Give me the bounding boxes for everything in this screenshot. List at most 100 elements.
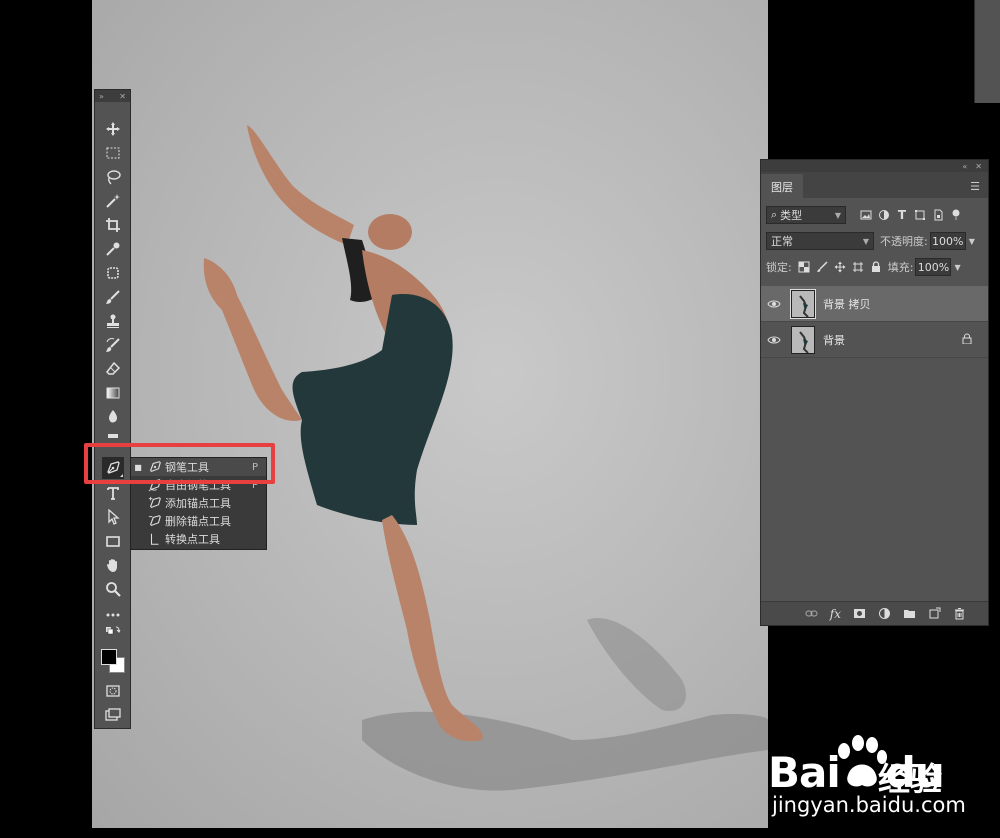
layers-list: 背景 拷贝 背景 bbox=[761, 286, 988, 358]
hand-tool[interactable] bbox=[102, 554, 124, 576]
lasso-tool[interactable] bbox=[102, 166, 124, 188]
rectangle-icon bbox=[106, 536, 120, 547]
convert-point-icon bbox=[150, 533, 159, 545]
quick-mask-button[interactable] bbox=[102, 680, 124, 702]
collapsed-panel[interactable] bbox=[974, 0, 1000, 103]
eraser-icon bbox=[106, 361, 121, 375]
layer-name[interactable]: 背景 bbox=[823, 332, 845, 348]
lock-pixels-icon[interactable] bbox=[816, 261, 828, 273]
path-selection-icon bbox=[108, 509, 120, 525]
layer-name[interactable]: 背景 拷贝 bbox=[823, 296, 871, 312]
visibility-eye-icon[interactable] bbox=[761, 335, 787, 345]
adjustment-filter-icon[interactable] bbox=[878, 209, 890, 221]
gradient-tool[interactable] bbox=[102, 382, 124, 404]
add-anchor-icon bbox=[148, 496, 161, 509]
close-icon[interactable]: ✕ bbox=[119, 92, 126, 101]
flyout-item-delete-anchor[interactable]: 删除锚点工具 bbox=[131, 512, 266, 530]
image-filter-icon[interactable] bbox=[860, 209, 872, 221]
lock-position-icon[interactable] bbox=[834, 261, 846, 273]
chevron-down-icon: ▼ bbox=[862, 236, 869, 246]
crop-icon bbox=[106, 218, 120, 232]
layers-panel: « ✕ 图层 ☰ ⌕ 类型 ▼ T 正常 ▼ 不透明度: 100% ▼ 锁定: bbox=[760, 159, 989, 626]
fill-input[interactable]: 100% bbox=[915, 258, 952, 276]
chevron-down-icon: ▼ bbox=[834, 210, 841, 220]
lock-artboard-icon[interactable] bbox=[852, 261, 864, 273]
chevron-down-icon[interactable]: ▼ bbox=[969, 237, 975, 246]
foreground-color-swatch[interactable] bbox=[101, 649, 117, 665]
layer-row[interactable]: 背景 bbox=[761, 322, 988, 358]
expand-icon[interactable]: » bbox=[99, 92, 104, 101]
lasso-icon bbox=[107, 170, 121, 185]
brush-tool[interactable] bbox=[102, 286, 124, 308]
shape-filter-icon[interactable] bbox=[914, 209, 926, 221]
hand-icon bbox=[107, 559, 117, 572]
document-canvas[interactable] bbox=[92, 0, 768, 828]
lock-icon[interactable] bbox=[962, 333, 972, 347]
dodge-tool[interactable] bbox=[102, 430, 124, 442]
layer-style-fx-icon[interactable]: fx bbox=[830, 607, 841, 621]
pen-tool-highlight-box bbox=[84, 443, 275, 484]
move-tool[interactable] bbox=[102, 118, 124, 140]
layer-thumbnail bbox=[790, 288, 816, 319]
layers-tabbar: 图层 ☰ bbox=[761, 172, 988, 198]
visibility-eye-icon[interactable] bbox=[761, 299, 787, 309]
chevron-down-icon[interactable]: ▼ bbox=[954, 263, 960, 272]
smart-object-filter-icon[interactable] bbox=[932, 209, 944, 221]
more-dots-icon bbox=[106, 613, 120, 617]
tools-panel-header[interactable]: » ✕ bbox=[95, 90, 130, 102]
shape-tool[interactable] bbox=[102, 530, 124, 552]
screen-mode-button[interactable] bbox=[102, 704, 124, 726]
link-layers-icon[interactable] bbox=[805, 607, 818, 620]
type-filter-icon[interactable]: T bbox=[896, 208, 908, 222]
filter-type-select[interactable]: ⌕ 类型 ▼ bbox=[766, 206, 846, 224]
type-tool[interactable] bbox=[102, 482, 124, 504]
new-group-folder-icon[interactable] bbox=[903, 607, 916, 620]
lock-all-icon[interactable] bbox=[870, 261, 882, 273]
path-selection-tool[interactable] bbox=[102, 506, 124, 528]
blur-tool[interactable] bbox=[102, 406, 124, 428]
lock-row: 锁定: 填充: 100% ▼ bbox=[761, 254, 988, 280]
new-layer-icon[interactable] bbox=[928, 607, 941, 620]
gradient-icon bbox=[106, 387, 120, 399]
flyout-item-convert-point[interactable]: 转换点工具 bbox=[131, 530, 266, 548]
dancer-photo bbox=[203, 125, 768, 791]
brush-icon bbox=[106, 290, 120, 304]
filter-row: ⌕ 类型 ▼ T bbox=[761, 202, 988, 228]
blend-mode-select[interactable]: 正常 ▼ bbox=[766, 232, 874, 250]
fill-label: 填充: bbox=[887, 261, 914, 274]
layers-panel-header[interactable]: « ✕ bbox=[761, 160, 988, 172]
zoom-icon bbox=[106, 582, 121, 597]
lock-label: 锁定: bbox=[766, 261, 792, 274]
lock-transparent-icon[interactable] bbox=[798, 261, 810, 273]
tab-layers[interactable]: 图层 bbox=[761, 174, 803, 198]
screen-mode-icon bbox=[105, 708, 121, 721]
eraser-tool[interactable] bbox=[102, 358, 124, 380]
panel-menu-icon[interactable]: ☰ bbox=[970, 180, 980, 193]
swap-colors-icon bbox=[106, 626, 121, 635]
adjustment-layer-icon[interactable] bbox=[878, 607, 891, 620]
layer-row[interactable]: 背景 拷贝 bbox=[761, 286, 988, 322]
history-brush-tool[interactable] bbox=[102, 334, 124, 356]
search-icon: ⌕ bbox=[771, 208, 778, 221]
add-mask-icon[interactable] bbox=[853, 607, 866, 620]
opacity-input[interactable]: 100% bbox=[929, 232, 966, 250]
magic-wand-tool[interactable] bbox=[102, 190, 124, 212]
swap-colors-button[interactable] bbox=[102, 626, 124, 640]
history-brush-icon bbox=[106, 338, 120, 352]
marquee-tool[interactable] bbox=[102, 142, 124, 164]
flyout-item-add-anchor[interactable]: 添加锚点工具 bbox=[131, 494, 266, 512]
flyout-item-label: 删除锚点工具 bbox=[165, 515, 231, 528]
stamp-tool[interactable] bbox=[102, 310, 124, 332]
filter-toggle-icon[interactable] bbox=[950, 209, 962, 221]
delete-anchor-icon bbox=[148, 515, 161, 527]
zoom-tool[interactable] bbox=[102, 578, 124, 600]
blur-icon bbox=[109, 410, 117, 423]
collapse-icon[interactable]: « bbox=[962, 162, 967, 171]
eyedropper-tool[interactable] bbox=[102, 238, 124, 260]
close-icon[interactable]: ✕ bbox=[975, 162, 982, 171]
edit-toolbar-button[interactable] bbox=[102, 604, 124, 626]
dodge-icon bbox=[108, 434, 118, 438]
healing-brush-tool[interactable] bbox=[102, 262, 124, 284]
crop-tool[interactable] bbox=[102, 214, 124, 236]
delete-layer-trash-icon[interactable] bbox=[953, 607, 966, 620]
